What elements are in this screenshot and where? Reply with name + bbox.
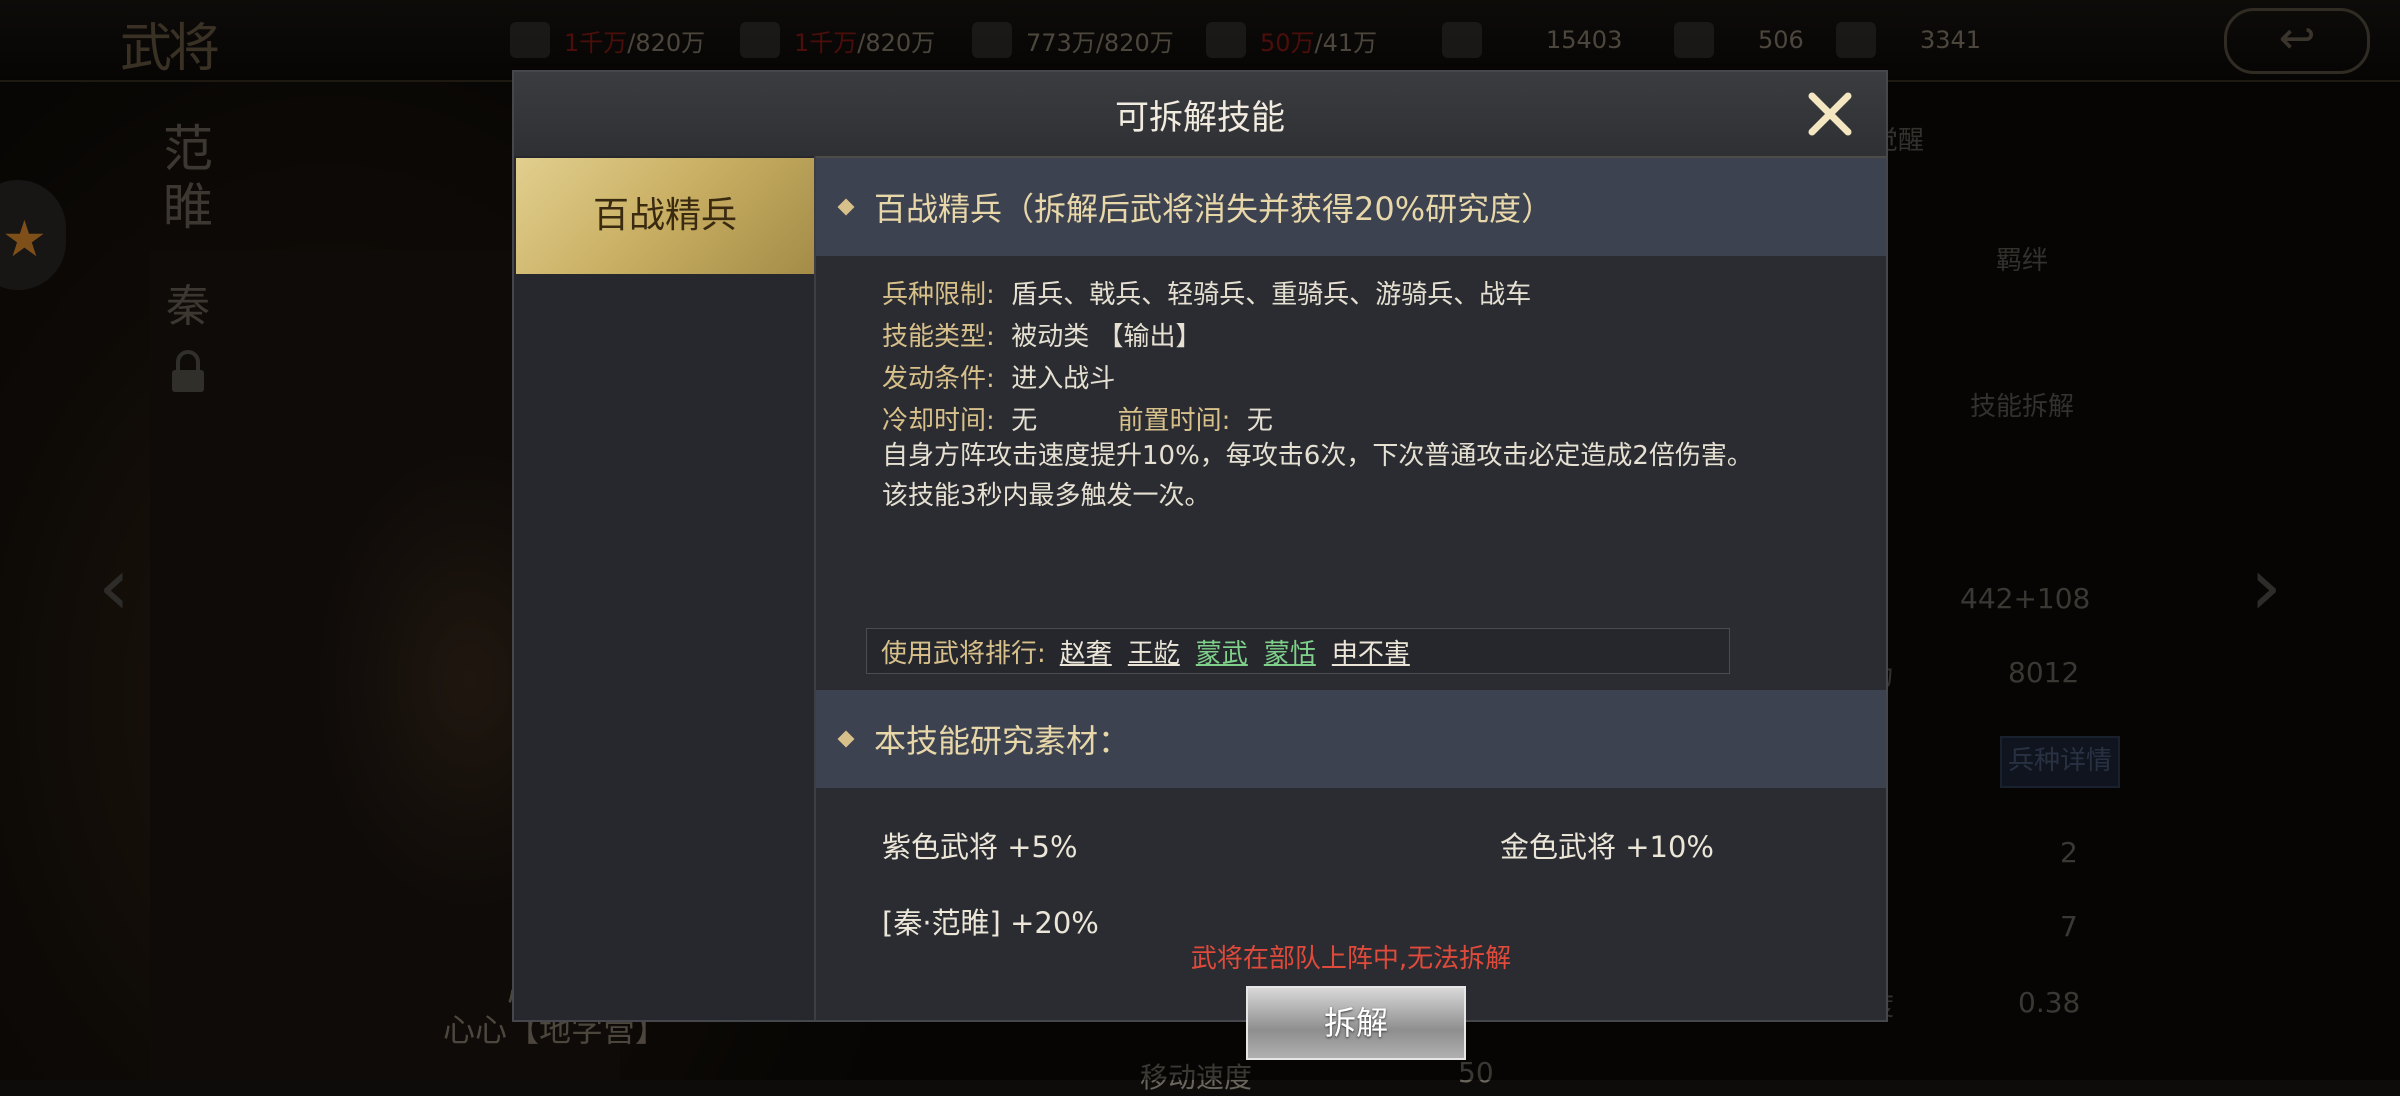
materials-header: 本技能研究素材： (816, 690, 1886, 788)
material-specific: [秦·范睢] +20% (882, 906, 1099, 940)
general-usage-ranking: 使用武将排行: 赵奢 王龁 蒙武 蒙恬 申不害 (866, 628, 1730, 674)
tab-skill-baizhan[interactable]: 百战精兵 (516, 158, 814, 274)
close-icon (1808, 92, 1852, 136)
material-gold: 金色武将 +10% (1500, 830, 1714, 864)
dialog-title: 可拆解技能 (1115, 98, 1285, 138)
dismantle-skill-dialog: 可拆解技能 百战精兵 百战精兵（拆解后武将消失并获得20%研究度） 兵种限制: … (512, 70, 1888, 1060)
general-link[interactable]: 蒙恬 (1264, 633, 1316, 670)
diamond-bullet-icon (837, 198, 855, 216)
material-purple: 紫色武将 +5% (882, 830, 1078, 864)
troop-limit-row: 兵种限制: 盾兵、戟兵、轻骑兵、重骑兵、游骑兵、战车 (882, 280, 1532, 310)
general-link[interactable]: 王龁 (1128, 633, 1180, 670)
skill-type-row: 技能类型: 被动类 【输出】 (882, 322, 1202, 352)
dismantle-button[interactable]: 拆解 (1246, 986, 1466, 1060)
cooldown-row: 冷却时间: 无 前置时间: 无 (882, 406, 1273, 436)
general-link[interactable]: 赵奢 (1060, 633, 1112, 670)
general-link[interactable]: 蒙武 (1196, 633, 1248, 670)
warning-text: 武将在部队上阵中,无法拆解 (1190, 944, 1512, 974)
skill-header: 百战精兵（拆解后武将消失并获得20%研究度） (816, 158, 1886, 256)
general-link[interactable]: 申不害 (1332, 633, 1410, 670)
skill-detail-panel: 百战精兵（拆解后武将消失并获得20%研究度） 兵种限制: 盾兵、戟兵、轻骑兵、重… (816, 158, 1886, 1060)
trigger-row: 发动条件: 进入战斗 (882, 364, 1116, 394)
skill-description: 自身方阵攻击速度提升10%，每攻击6次，下次普通攻击必定造成2倍伤害。 该技能3… (882, 441, 1753, 511)
skill-tab-list (514, 156, 816, 1020)
dialog-header: 可拆解技能 (514, 72, 1886, 158)
close-button[interactable] (1802, 86, 1858, 142)
diamond-bullet-icon (837, 730, 855, 748)
